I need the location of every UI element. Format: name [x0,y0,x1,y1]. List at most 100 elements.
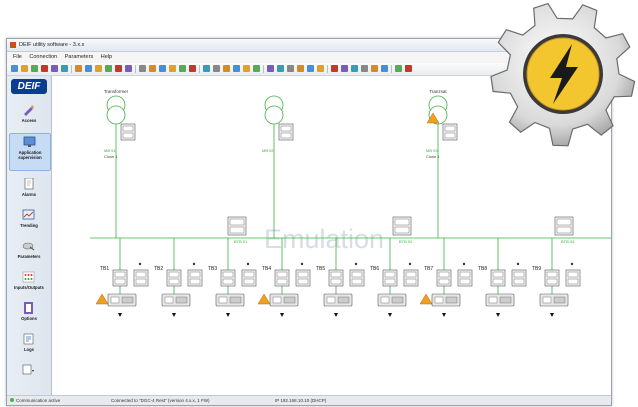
pen-icon [24,105,34,116]
toolbar-button-icon[interactable] [223,65,230,72]
toolbar-button-icon[interactable] [243,65,250,72]
genset-unit[interactable] [215,238,257,317]
toolbar-separator [135,65,136,73]
sidebar-item-label: Options [21,316,37,321]
genset-label: TB7 [424,266,433,272]
toolbar-button-icon[interactable] [395,65,402,72]
window-title: DEIF utility software - 3.x.x [19,42,85,48]
toolbar-button-icon[interactable] [381,65,388,72]
toolbar-button-icon[interactable] [21,65,28,72]
toolbar-button-icon[interactable] [61,65,68,72]
options-icon [24,302,33,314]
mains-breaker-block[interactable] [120,123,136,141]
toolbar-button-icon[interactable] [233,65,240,72]
sidebar-item-options[interactable]: Options [9,300,49,330]
status-bar: Communication active Connected to "DGC-4… [7,395,611,405]
toolbar-button-icon[interactable] [125,65,132,72]
bus-tie-label: BTB 93 [561,239,575,244]
toolbar-button-icon[interactable] [95,65,102,72]
warning-icon[interactable] [95,293,109,305]
toolbar-separator [71,65,72,73]
toolbar-separator [199,65,200,73]
transformer-label: Tranzsat [429,89,447,94]
mains-breaker-label: MB 91 [104,148,116,153]
deif-logo: DEIF [11,79,47,94]
menu-connection[interactable]: Connection [29,54,57,60]
genset-label: TB8 [478,266,487,272]
toolbar-button-icon[interactable] [371,65,378,72]
bus-tie-label: BTB 92 [399,239,413,244]
sidebar-item-logs[interactable]: Logs [9,331,49,361]
toolbar-button-icon[interactable] [317,65,324,72]
toolbar-button-icon[interactable] [277,65,284,72]
toolbar-button-icon[interactable] [115,65,122,72]
toolbar-separator [263,65,264,73]
menu-help[interactable]: Help [101,54,112,60]
toolbar-button-icon[interactable] [169,65,176,72]
toolbar-button-icon[interactable] [267,65,274,72]
toolbar-button-icon[interactable] [361,65,368,72]
io-icon [22,271,35,283]
gear-lightning-icon [490,2,636,147]
toolbar-button-icon[interactable] [203,65,210,72]
toolbar-button-icon[interactable] [159,65,166,72]
warning-icon[interactable] [419,293,433,305]
toolbar-button-icon[interactable] [41,65,48,72]
toolbar-separator [327,65,328,73]
sidebar-item-inputs-outputs[interactable]: Inputs/Outputs [9,269,49,299]
transformer-icon[interactable] [106,95,126,125]
toolbar-button-icon[interactable] [213,65,220,72]
sidebar-item-label: Trending [20,223,38,228]
sidebar-item-parameters[interactable]: Parameters [9,238,49,268]
sidebar-item-label: Alarms [21,192,37,197]
bus-tie-breaker-block[interactable] [392,216,412,236]
toolbar-button-icon[interactable] [179,65,186,72]
sidebar: DEIF Access Application supervision Alar… [7,76,52,395]
toolbar-button-icon[interactable] [405,65,412,72]
sidebar-item-trending[interactable]: Trending [9,207,49,237]
mains-breaker-block[interactable] [442,123,458,141]
mains-breaker-label: MB 92 [262,148,274,153]
toolbar-button-icon[interactable] [287,65,294,72]
toolbar-button-icon[interactable] [11,65,18,72]
toolbar-button-icon[interactable] [189,65,196,72]
alarm-doc-icon [24,178,34,190]
toolbar-button-icon[interactable] [351,65,358,72]
toolbar-button-icon[interactable] [51,65,58,72]
toolbar-button-icon[interactable] [85,65,92,72]
mains-breaker-block[interactable] [278,123,294,141]
sidebar-more-button[interactable] [9,362,49,378]
warning-icon[interactable] [257,293,271,305]
trend-icon [22,209,35,220]
bus-tie-breaker-block[interactable] [227,216,247,236]
mains-breaker-status: Close 1 [104,154,118,159]
toolbar-button-icon[interactable] [341,65,348,72]
genset-label: TB3 [208,266,217,272]
toolbar-button-icon[interactable] [297,65,304,72]
toolbar-button-icon[interactable] [149,65,156,72]
toolbar-button-icon[interactable] [307,65,314,72]
genset-unit[interactable] [161,238,203,317]
genset-unit[interactable] [431,238,473,317]
chevron-down-icon [22,364,34,375]
genset-unit[interactable] [107,238,149,317]
sidebar-item-access[interactable]: Access [9,102,49,132]
genset-label: TB2 [154,266,163,272]
transformer-icon[interactable] [264,95,284,125]
toolbar-button-icon[interactable] [331,65,338,72]
genset-label: TB9 [532,266,541,272]
logs-icon [23,333,34,345]
toolbar-button-icon[interactable] [105,65,112,72]
sidebar-item-label: Parameters [17,254,41,259]
toolbar-button-icon[interactable] [253,65,260,72]
sidebar-item-alarms[interactable]: Alarms [9,176,49,206]
genset-unit[interactable] [539,238,581,317]
toolbar-button-icon[interactable] [139,65,146,72]
bus-tie-breaker-block[interactable] [554,216,574,236]
genset-unit[interactable] [485,238,527,317]
toolbar-button-icon[interactable] [75,65,82,72]
sidebar-item-application-supervision[interactable]: Application supervision [9,133,51,171]
menu-file[interactable]: File [13,54,22,60]
menu-parameters[interactable]: Parameters [65,54,93,60]
toolbar-button-icon[interactable] [31,65,38,72]
